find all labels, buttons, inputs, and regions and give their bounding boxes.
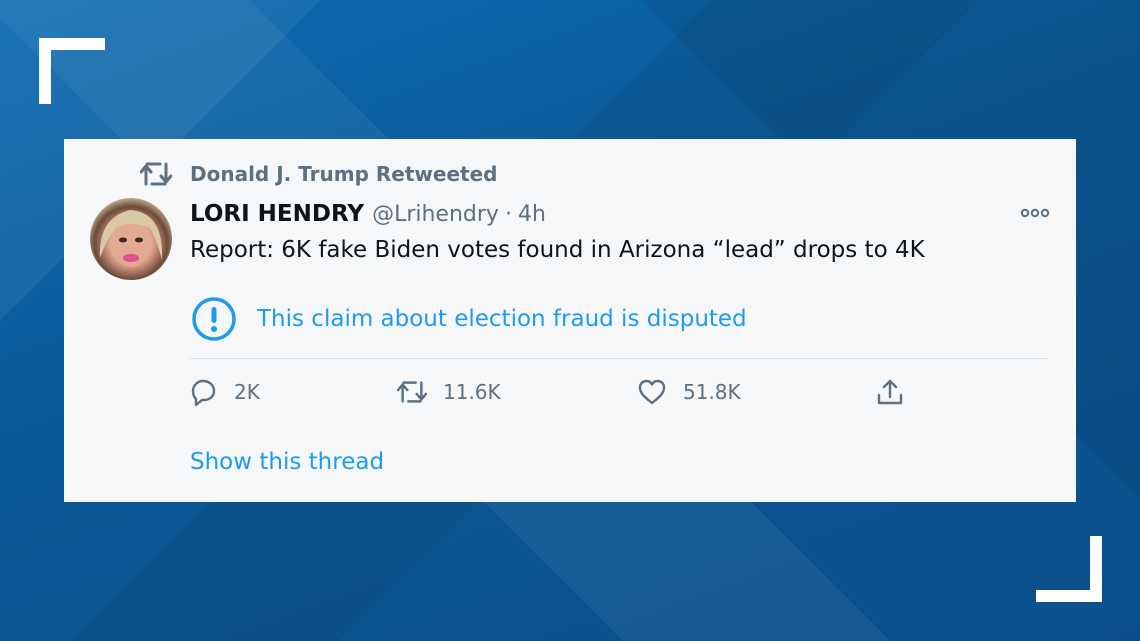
heart-icon: [638, 379, 666, 405]
timestamp[interactable]: 4h: [518, 202, 546, 227]
retweet-icon: [140, 162, 172, 186]
disputed-claim-text: This claim about election fraud is dispu…: [257, 306, 747, 332]
author-handle[interactable]: @Lrihendry: [372, 202, 499, 227]
disputed-claim-notice[interactable]: This claim about election fraud is dispu…: [190, 295, 747, 343]
reply-icon: [191, 379, 216, 407]
retweet-button[interactable]: 11.6K: [397, 377, 501, 407]
tweet-card: Donald J. Trump Retweeted LORI HENDRY @L…: [64, 139, 1076, 502]
frame-corner-top-left: [39, 38, 105, 104]
retweet-count: 11.6K: [443, 380, 501, 404]
reply-count: 2K: [234, 380, 260, 404]
avatar[interactable]: [90, 198, 172, 280]
reply-button[interactable]: 2K: [188, 377, 260, 407]
tweet-text: Report: 6K fake Biden votes found in Ari…: [190, 237, 925, 263]
like-button[interactable]: 51.8K: [637, 377, 741, 407]
author-name[interactable]: LORI HENDRY: [190, 201, 364, 227]
exclamation-circle-icon: [192, 297, 236, 341]
frame-corner-bottom-right: [1036, 536, 1102, 602]
separator-dot: ·: [504, 202, 512, 227]
share-icon: [877, 379, 903, 405]
retweet-context: Donald J. Trump Retweeted: [140, 159, 497, 189]
share-button[interactable]: [875, 377, 905, 407]
more-options-icon[interactable]: [1020, 207, 1050, 219]
retweeted-by-label[interactable]: Donald J. Trump Retweeted: [190, 162, 497, 186]
divider: [190, 358, 1048, 359]
tweet-header: LORI HENDRY @Lrihendry · 4h: [190, 201, 546, 233]
show-thread-link[interactable]: Show this thread: [190, 449, 384, 475]
like-count: 51.8K: [683, 380, 741, 404]
avatar-portrait: [99, 210, 163, 267]
retweet-icon: [397, 381, 427, 403]
